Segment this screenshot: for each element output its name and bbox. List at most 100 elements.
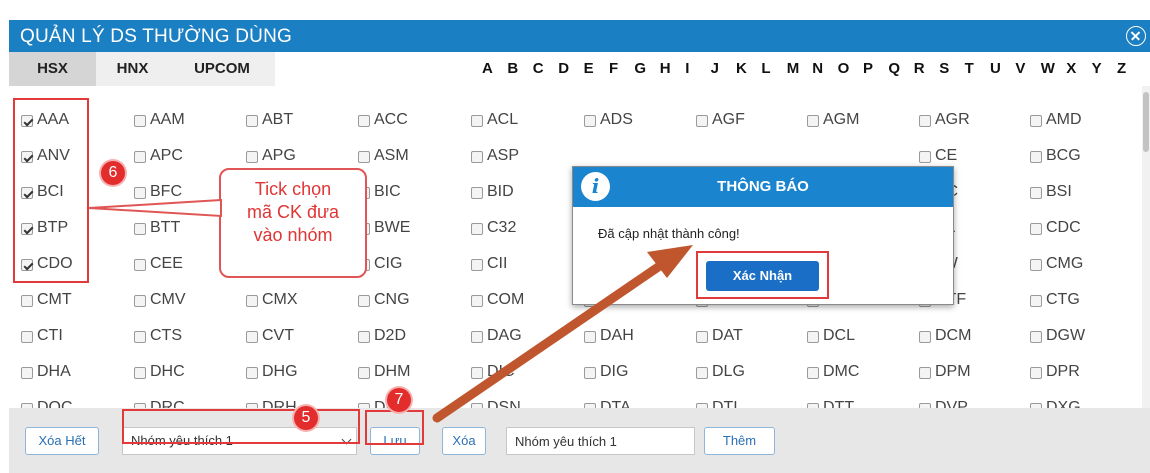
stock-checkbox[interactable] (1030, 187, 1042, 199)
stock-checkbox[interactable] (807, 367, 819, 379)
stock-checkbox[interactable] (246, 151, 258, 163)
letter-filter-n[interactable]: N (812, 52, 823, 86)
stock-code-label: BID (487, 183, 514, 200)
stock-checkbox[interactable] (471, 187, 483, 199)
stock-code-label: BSI (1046, 183, 1072, 200)
letter-filter-a[interactable]: A (482, 52, 493, 86)
stock-code-label: DXG (1046, 399, 1081, 408)
stock-checkbox[interactable] (246, 295, 258, 307)
stock-checkbox[interactable] (246, 367, 258, 379)
stock-checkbox[interactable] (21, 331, 33, 343)
clear-all-button[interactable]: Xóa Hết (25, 427, 99, 455)
stock-checkbox[interactable] (134, 259, 146, 271)
delete-button[interactable]: Xóa (442, 427, 486, 455)
top-strip (0, 0, 1150, 20)
grid-scrollbar[interactable] (1142, 86, 1150, 408)
scrollbar-thumb[interactable] (1143, 92, 1149, 152)
letter-filter-m[interactable]: M (787, 52, 800, 86)
letter-filter-u[interactable]: U (990, 52, 1001, 86)
letter-filter-o[interactable]: O (838, 52, 850, 86)
stock-checkbox[interactable] (919, 151, 931, 163)
stock-checkbox[interactable] (358, 151, 370, 163)
stock-checkbox[interactable] (358, 367, 370, 379)
letter-filter-k[interactable]: K (736, 52, 747, 86)
stock-checkbox[interactable] (246, 331, 258, 343)
letter-filter-p[interactable]: P (863, 52, 873, 86)
stock-checkbox[interactable] (1030, 223, 1042, 235)
stock-checkbox[interactable] (471, 367, 483, 379)
letter-filter-w[interactable]: W (1041, 52, 1055, 86)
letter-filter-e[interactable]: E (584, 52, 594, 86)
stock-checkbox[interactable] (471, 223, 483, 235)
stock-checkbox[interactable] (1030, 331, 1042, 343)
stock-checkbox[interactable] (134, 151, 146, 163)
stock-code-label: DHA (37, 363, 71, 380)
letter-filter-z[interactable]: Z (1117, 52, 1126, 86)
letter-filter-y[interactable]: Y (1092, 52, 1102, 86)
letter-filter-c[interactable]: C (533, 52, 544, 86)
stock-checkbox[interactable] (696, 331, 708, 343)
stock-checkbox[interactable] (1030, 259, 1042, 271)
letter-filter-g[interactable]: G (634, 52, 646, 86)
stock-checkbox[interactable] (21, 295, 33, 307)
add-button[interactable]: Thêm (704, 427, 775, 455)
letter-filter-x[interactable]: X (1066, 52, 1076, 86)
stock-checkbox[interactable] (919, 331, 931, 343)
stock-checkbox[interactable] (919, 367, 931, 379)
stock-checkbox[interactable] (21, 367, 33, 379)
stock-code-label: DSN (487, 399, 521, 408)
stock-checkbox[interactable] (134, 223, 146, 235)
letter-filter-v[interactable]: V (1015, 52, 1025, 86)
stock-checkbox[interactable] (134, 295, 146, 307)
stock-checkbox[interactable] (471, 295, 483, 307)
stock-checkbox[interactable] (358, 331, 370, 343)
stock-checkbox[interactable] (246, 115, 258, 127)
letter-filter-l[interactable]: L (761, 52, 770, 86)
stock-checkbox[interactable] (134, 331, 146, 343)
stock-code-label: DPR (1046, 363, 1080, 380)
stock-checkbox[interactable] (696, 367, 708, 379)
stock-checkbox[interactable] (1030, 367, 1042, 379)
letter-filter-t[interactable]: T (965, 52, 974, 86)
stock-checkbox[interactable] (134, 367, 146, 379)
stock-checkbox[interactable] (1030, 115, 1042, 127)
letter-filter-i[interactable]: I (685, 52, 689, 86)
tab-hsx[interactable]: HSX (9, 52, 96, 86)
stock-code-label: AMD (1046, 111, 1082, 128)
letter-filter-j[interactable]: J (711, 52, 719, 86)
stock-checkbox[interactable] (584, 331, 596, 343)
stock-checkbox[interactable] (584, 367, 596, 379)
stock-code-label: CIG (374, 255, 403, 272)
letter-filter-q[interactable]: Q (888, 52, 900, 86)
stock-checkbox[interactable] (471, 151, 483, 163)
close-icon[interactable] (1126, 26, 1146, 46)
group-name-input[interactable] (506, 427, 695, 455)
stock-code-label: AGR (935, 111, 970, 128)
letter-filter-r[interactable]: R (914, 52, 925, 86)
stock-checkbox[interactable] (471, 331, 483, 343)
tab-upcom[interactable]: UPCOM (169, 52, 275, 86)
stock-checkbox[interactable] (807, 331, 819, 343)
letter-filter-s[interactable]: S (939, 52, 949, 86)
letter-filter-f[interactable]: F (609, 52, 618, 86)
stock-code-label: CNG (374, 291, 410, 308)
stock-checkbox[interactable] (134, 187, 146, 199)
stock-checkbox[interactable] (471, 115, 483, 127)
letter-filter-d[interactable]: D (558, 52, 569, 86)
stock-checkbox[interactable] (358, 115, 370, 127)
stock-checkbox[interactable] (1030, 295, 1042, 307)
stock-checkbox[interactable] (807, 115, 819, 127)
letter-filter-b[interactable]: B (507, 52, 518, 86)
stock-checkbox[interactable] (358, 295, 370, 307)
stock-checkbox[interactable] (471, 259, 483, 271)
tab-hnx[interactable]: HNX (96, 52, 169, 86)
stock-code-label: DMC (823, 363, 860, 380)
stock-checkbox[interactable] (919, 115, 931, 127)
stock-checkbox[interactable] (696, 115, 708, 127)
stock-checkbox[interactable] (134, 115, 146, 127)
stock-checkbox[interactable] (584, 115, 596, 127)
stock-code-label: AGF (712, 111, 745, 128)
letter-filter-h[interactable]: H (660, 52, 671, 86)
step-badge-6: 6 (101, 161, 125, 185)
stock-checkbox[interactable] (1030, 151, 1042, 163)
